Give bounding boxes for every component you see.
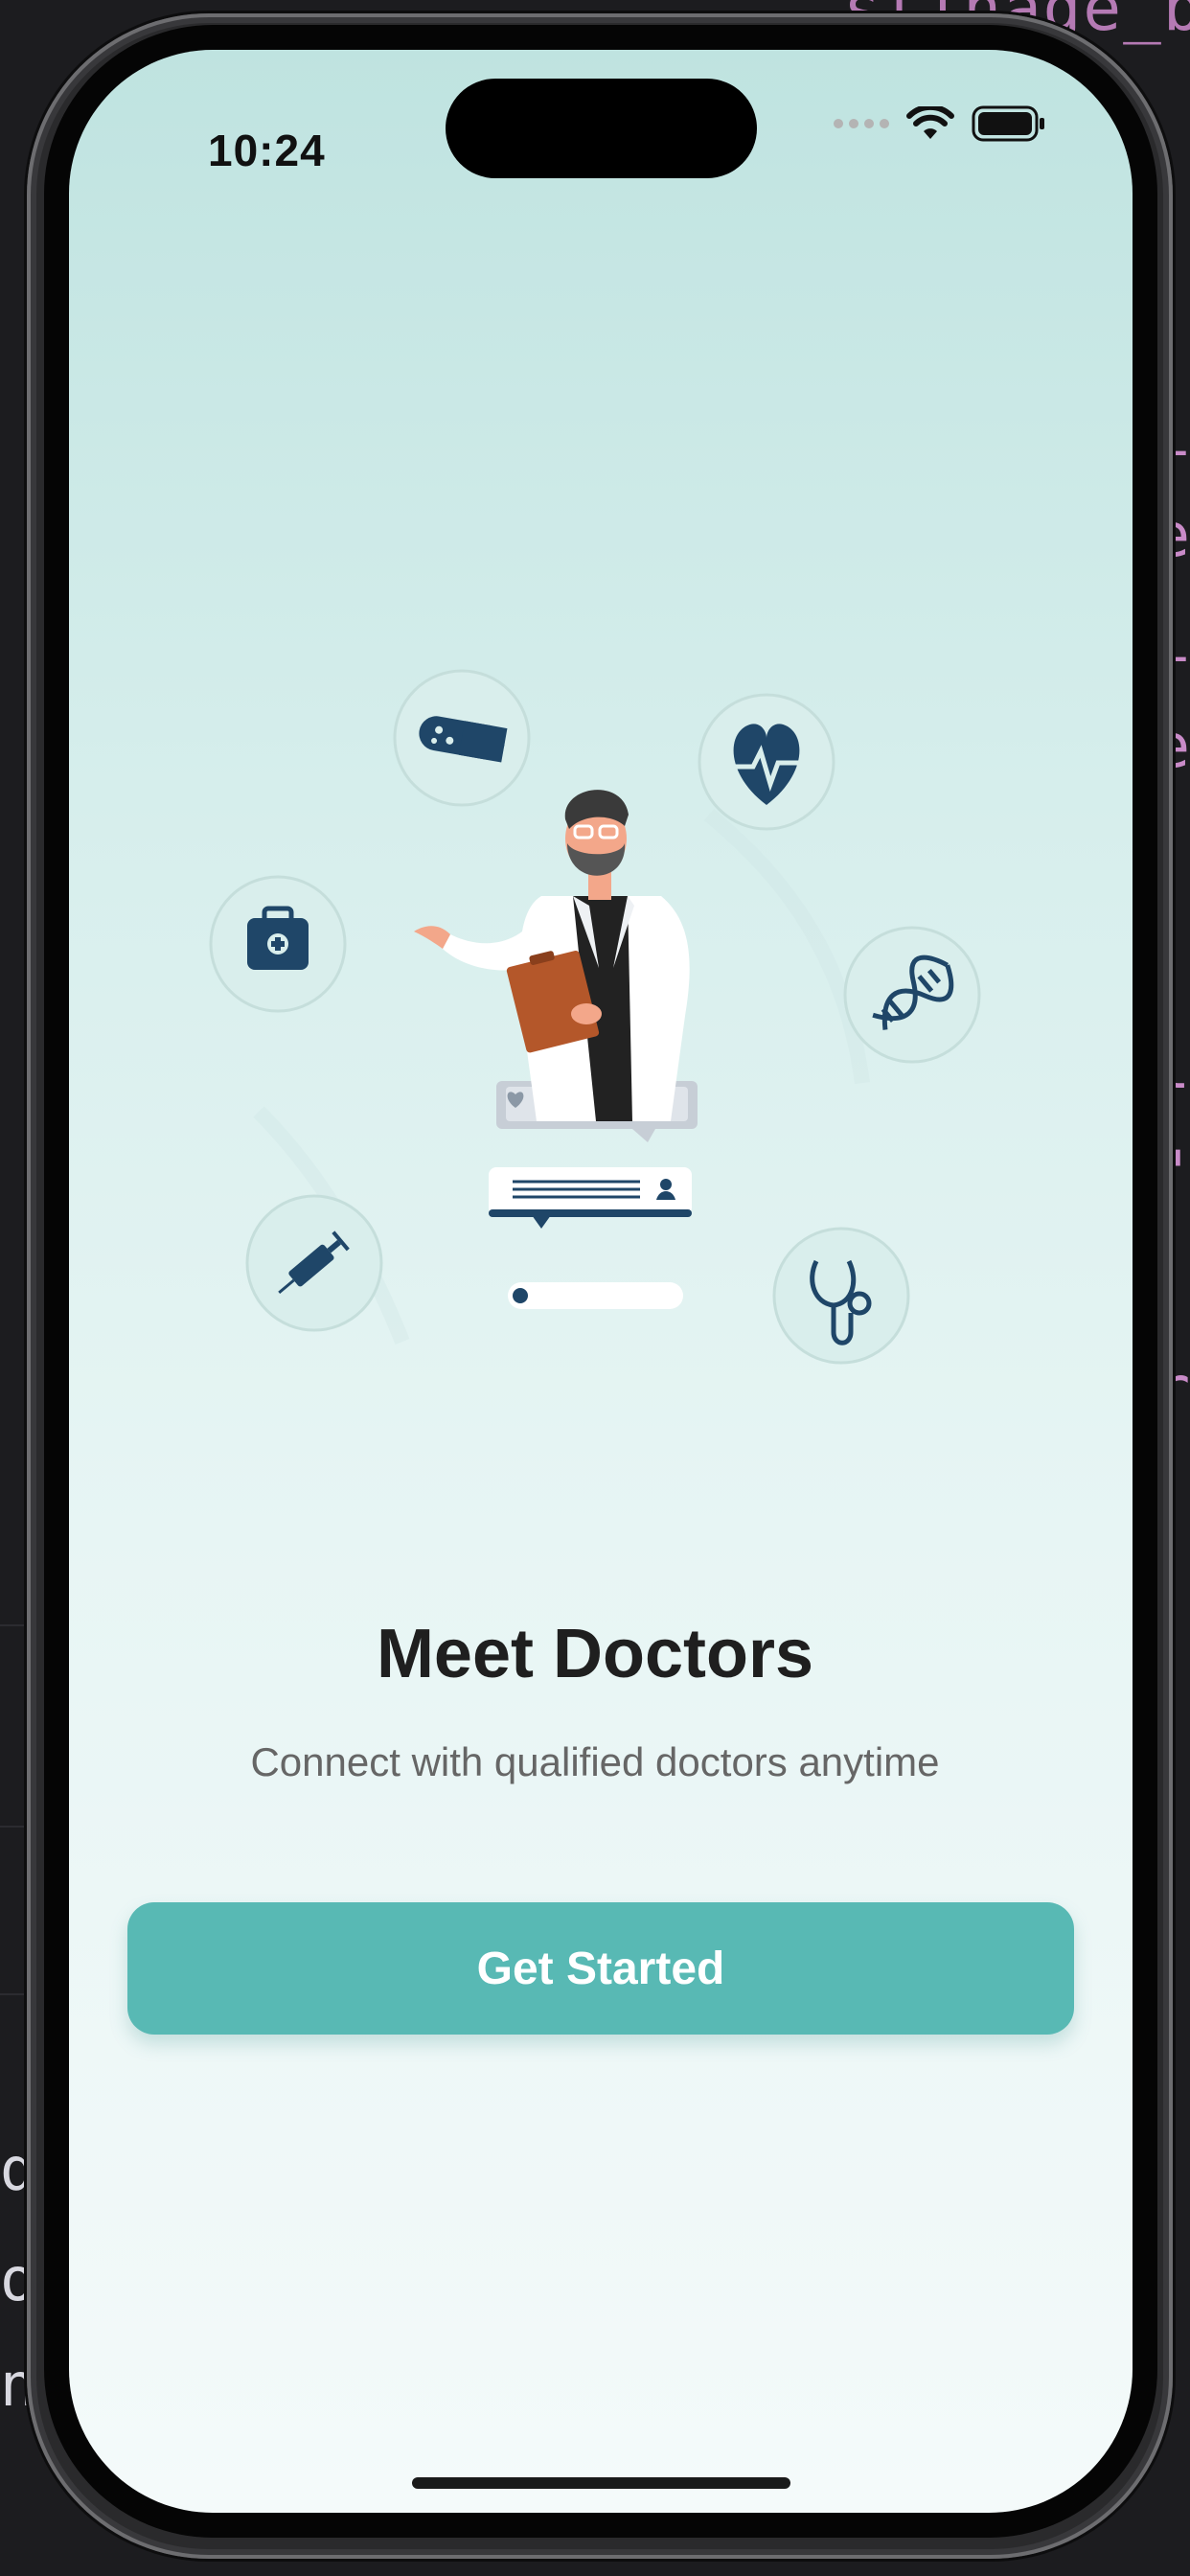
doctor-figure (414, 790, 698, 1142)
home-indicator (412, 2477, 790, 2489)
editor-divider (0, 1993, 29, 1995)
doctor-illustration (209, 669, 981, 1365)
syringe-icon (245, 1194, 383, 1332)
onboarding-subtitle: Connect with qualified doctors anytime (250, 1739, 940, 1784)
bandage-icon (393, 669, 531, 807)
onboarding-title: Meet Doctors (376, 1616, 814, 1692)
phone-screen: 10:24 Meet Doctors Connect with qualifie… (69, 50, 1133, 2513)
medical-bag-icon (209, 875, 347, 1013)
stethoscope-icon (772, 1227, 910, 1365)
editor-divider (0, 1826, 29, 1828)
progress-pill (508, 1282, 683, 1309)
get-started-button[interactable]: Get Started (127, 1902, 1074, 2035)
editor-divider (0, 1624, 29, 1626)
chat-card (489, 1167, 692, 1229)
heart-pulse-icon (698, 693, 835, 831)
dna-icon (843, 926, 981, 1064)
